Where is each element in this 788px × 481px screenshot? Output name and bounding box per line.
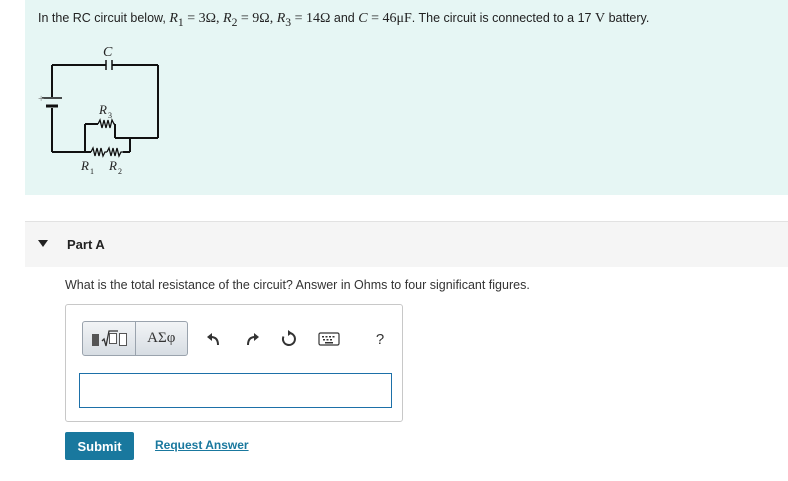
math-toolbar: ΑΣφ ?: [82, 321, 386, 357]
r1-value: = 3Ω,: [183, 11, 224, 26]
r3-label-sub: 3: [108, 111, 112, 120]
capacitor-label: C: [103, 45, 113, 60]
question-text: What is the total resistance of the circ…: [65, 278, 530, 292]
r2-label-sub: 2: [118, 167, 122, 176]
part-title: Part A: [67, 237, 105, 252]
problem-and: and: [330, 11, 359, 25]
volt-unit: V: [594, 11, 606, 26]
greek-symbols-button[interactable]: ΑΣφ: [136, 322, 188, 355]
battery-symbol: [42, 97, 62, 108]
r3-value: = 14Ω: [291, 11, 331, 26]
answer-input[interactable]: [79, 373, 392, 408]
redo-icon[interactable]: [242, 329, 262, 349]
r1-label-sub: 1: [90, 167, 94, 176]
reset-icon[interactable]: [279, 329, 299, 349]
request-answer-link[interactable]: Request Answer: [155, 438, 249, 452]
r3-resistor: [97, 118, 115, 129]
c-symbol: C: [358, 11, 368, 26]
r2-label: R: [108, 158, 117, 173]
r2-value: = 9Ω,: [237, 11, 277, 26]
problem-text-suffix: battery.: [605, 11, 650, 25]
template-button-group: ΑΣφ: [82, 321, 188, 356]
part-a-header[interactable]: Part A: [25, 222, 788, 267]
templates-icon: [91, 329, 127, 346]
r2-resistor: [106, 146, 123, 158]
circuit-diagram: C R 3 R 1 R 2 +: [38, 45, 159, 176]
r3-symbol: R: [276, 11, 286, 26]
c-value: = 46μF: [367, 11, 412, 26]
problem-text: In the RC circuit below, R1 = 3Ω, R2 = 9…: [38, 11, 649, 29]
r1-resistor: [90, 146, 107, 158]
templates-button[interactable]: [83, 322, 136, 355]
answer-entry-panel: ΑΣφ ?: [65, 304, 403, 422]
capacitor-symbol: [105, 60, 113, 70]
help-icon[interactable]: ?: [370, 329, 390, 349]
problem-statement-panel: In the RC circuit below, R1 = 3Ω, R2 = 9…: [25, 0, 788, 195]
r3-label: R: [98, 102, 107, 117]
problem-text-prefix: In the RC circuit below,: [38, 11, 170, 25]
r2-symbol: R: [223, 11, 232, 26]
undo-icon[interactable]: [204, 329, 224, 349]
collapse-arrow-icon[interactable]: [38, 240, 48, 247]
submit-button[interactable]: Submit: [65, 432, 134, 460]
battery-plus-label: +: [38, 93, 44, 105]
keyboard-icon[interactable]: [316, 329, 342, 349]
r1-label: R: [80, 158, 89, 173]
r1-symbol: R: [169, 11, 178, 26]
problem-text-mid: . The circuit is connected to a 17: [411, 11, 595, 25]
